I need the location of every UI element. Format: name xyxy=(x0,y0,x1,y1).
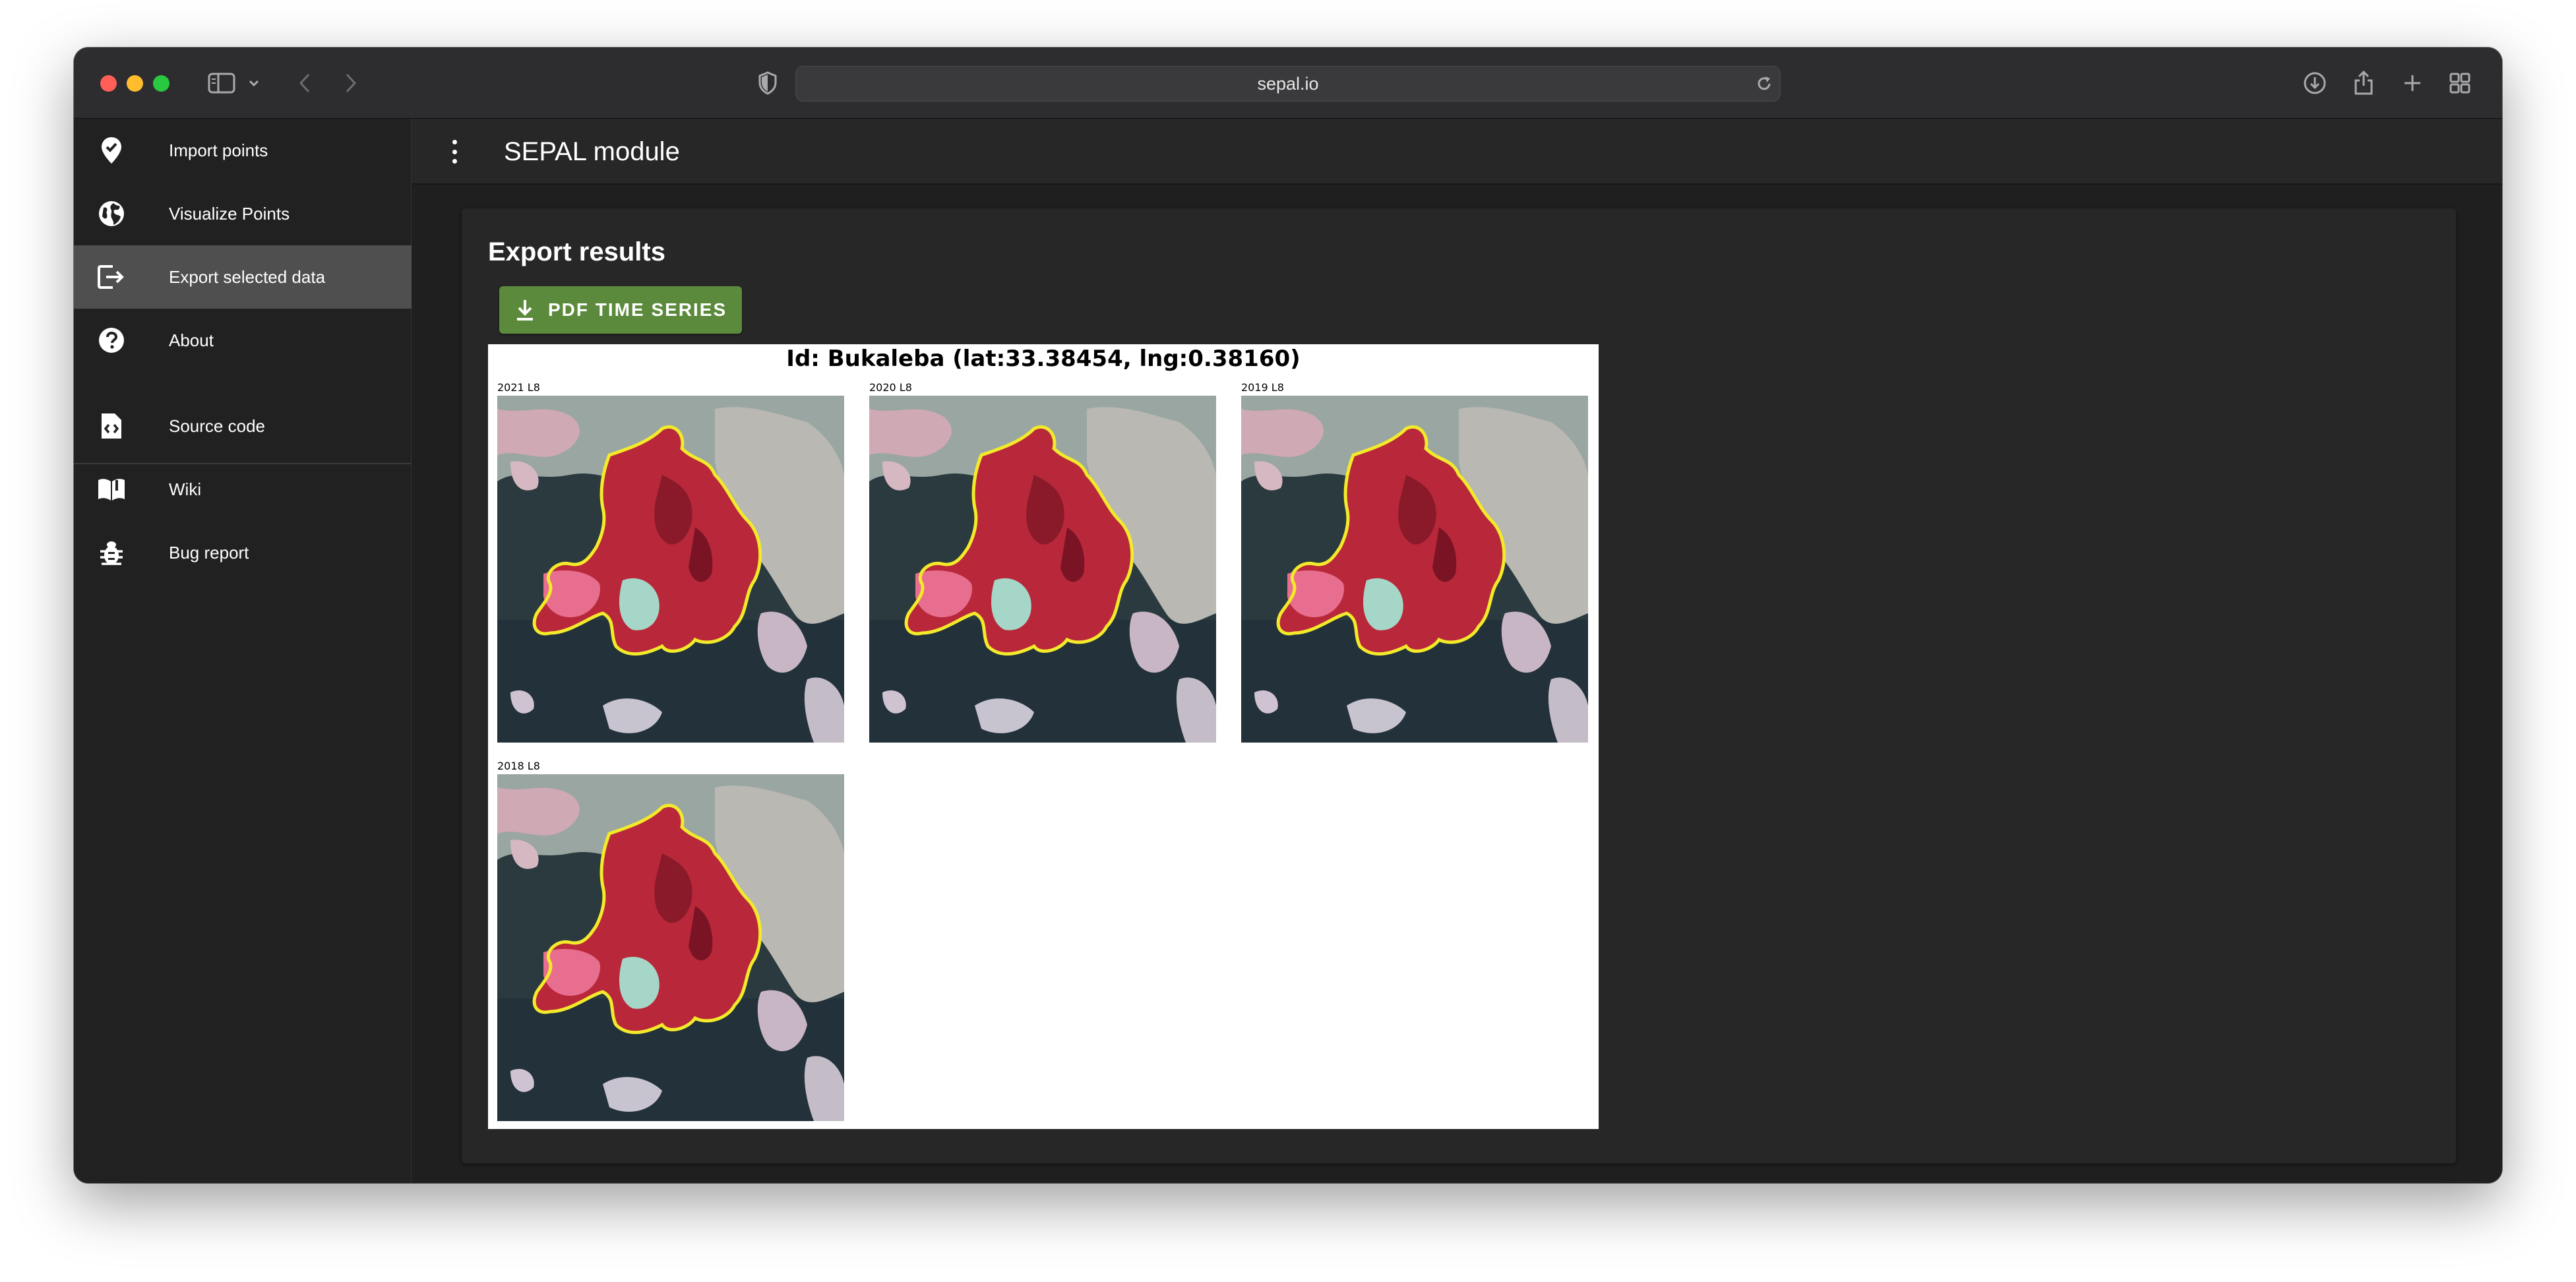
chevron-down-icon[interactable] xyxy=(244,67,264,99)
thumbnail-2020: 2020 L8 xyxy=(869,381,1216,750)
globe-icon xyxy=(96,198,127,229)
sidebar-item-label: Visualize Points xyxy=(169,203,290,224)
pdf-button-label: PDF TIME SERIES xyxy=(548,299,727,320)
page-title: Export results xyxy=(488,237,665,266)
satellite-image xyxy=(869,396,1216,743)
sidebar-item-about[interactable]: About xyxy=(74,309,412,372)
sidebar-item-bug-report[interactable]: Bug report xyxy=(74,521,412,584)
thumbnail-2019: 2019 L8 xyxy=(1241,381,1588,750)
thumbnail-label: 2019 L8 xyxy=(1241,381,1284,394)
report-title: Id: Bukaleba (lat:33.38454, lng:0.38160) xyxy=(786,346,1301,372)
bug-icon xyxy=(96,537,127,568)
map-marker-check-icon xyxy=(96,135,127,166)
downloads-icon[interactable] xyxy=(2296,67,2333,99)
sidebar-item-label: Export selected data xyxy=(169,266,326,287)
sidebar-item-label: About xyxy=(169,330,214,350)
new-tab-icon[interactable] xyxy=(2394,67,2431,99)
satellite-image xyxy=(1241,396,1588,743)
minimize-window-button[interactable] xyxy=(127,75,143,92)
thumbnail-label: 2021 L8 xyxy=(497,381,540,394)
help-circle-icon xyxy=(96,325,127,355)
satellite-image xyxy=(497,774,844,1121)
navigation-drawer: Import points Visualize Points Export se… xyxy=(74,119,412,1183)
forward-arrow-icon[interactable] xyxy=(331,67,371,99)
download-icon xyxy=(517,300,533,320)
app-header: SEPAL module xyxy=(412,119,2502,185)
sidebar-item-wiki[interactable]: Wiki xyxy=(74,458,412,521)
file-code-icon xyxy=(96,411,127,441)
sidebar-item-label: Wiki xyxy=(169,479,202,499)
sidebar-item-export-selected-data[interactable]: Export selected data xyxy=(74,245,412,309)
zoom-window-button[interactable] xyxy=(153,75,169,92)
back-arrow-icon[interactable] xyxy=(285,67,324,99)
sidebar-item-visualize-points[interactable]: Visualize Points xyxy=(74,182,412,245)
book-open-icon xyxy=(96,474,127,504)
export-card: Export results PDF TIME SERIES Id: Bukal… xyxy=(462,208,2456,1163)
sidebar-item-label: Source code xyxy=(169,415,265,436)
share-icon[interactable] xyxy=(2345,67,2382,99)
url-text: sepal.io xyxy=(1257,73,1319,94)
sidebar-item-label: Bug report xyxy=(169,542,249,563)
address-bar[interactable]: sepal.io xyxy=(795,66,1781,102)
reload-icon[interactable] xyxy=(1752,71,1776,97)
thumbnail-2018: 2018 L8 xyxy=(497,760,844,1129)
pdf-time-series-button[interactable]: PDF TIME SERIES xyxy=(499,286,742,334)
sidebar-item-import-points[interactable]: Import points xyxy=(74,119,412,182)
thumbnail-label: 2020 L8 xyxy=(869,381,912,394)
privacy-shield-icon[interactable] xyxy=(752,67,783,99)
browser-window: sepal.io Import points Visualize Points … xyxy=(74,47,2502,1183)
main-content: Export results PDF TIME SERIES Id: Bukal… xyxy=(412,185,2502,1183)
report-preview: Id: Bukaleba (lat:33.38454, lng:0.38160)… xyxy=(488,344,1599,1129)
satellite-image xyxy=(497,396,844,743)
sidebar-toggle-icon[interactable] xyxy=(199,67,245,99)
app-title: SEPAL module xyxy=(504,137,680,166)
export-icon xyxy=(96,262,127,292)
tab-overview-icon[interactable] xyxy=(2441,67,2478,99)
sidebar-item-label: Import points xyxy=(169,140,268,160)
browser-toolbar: sepal.io xyxy=(74,47,2502,119)
kebab-menu-icon[interactable] xyxy=(445,137,464,166)
close-window-button[interactable] xyxy=(100,75,117,92)
thumbnail-2021: 2021 L8 xyxy=(497,381,844,750)
sidebar-item-source-code[interactable]: Source code xyxy=(74,394,412,458)
thumbnail-label: 2018 L8 xyxy=(497,760,540,772)
